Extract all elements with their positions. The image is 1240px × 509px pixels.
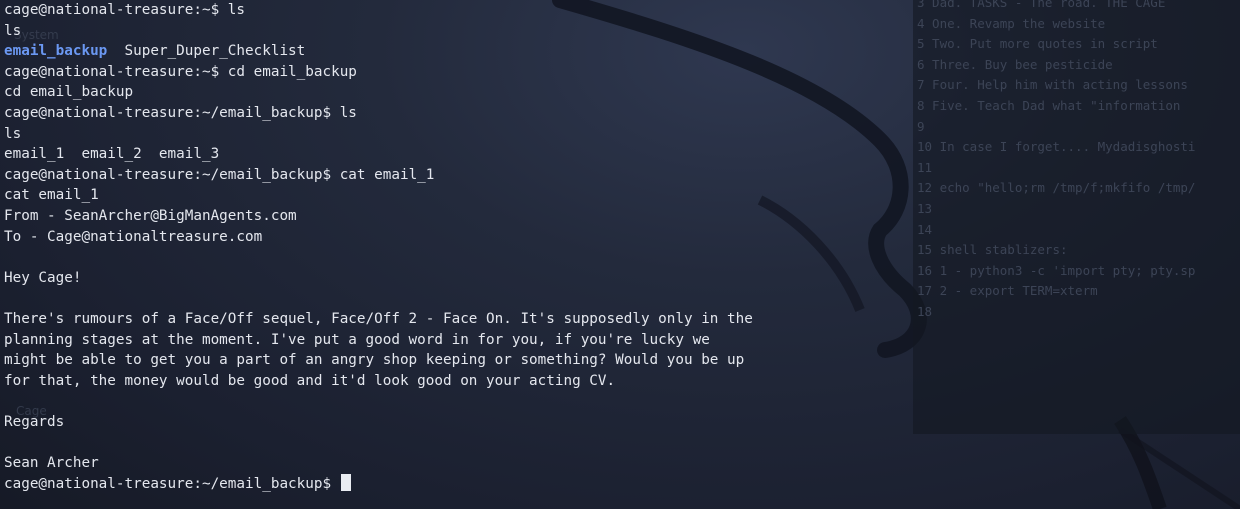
file-entry: Super_Duper_Checklist bbox=[107, 43, 306, 60]
editor-line: 16 1 - python3 -c 'import pty; pty.sp bbox=[917, 262, 1196, 278]
editor-line: 5 Two. Put more quotes in script bbox=[917, 36, 1158, 52]
command-text: cat email_1 bbox=[339, 166, 435, 183]
directory-entry: email_backup bbox=[4, 43, 108, 60]
terminal-cursor[interactable] bbox=[340, 473, 351, 491]
command-text: ls bbox=[339, 104, 357, 121]
editor-line: 3 Dad. TASKS - The road. THE CAGE bbox=[917, 0, 1166, 10]
terminal-output-line: email_1 email_2 email_3 bbox=[4, 146, 220, 163]
command-text: cd email_backup bbox=[227, 63, 357, 80]
terminal-prompt-line: cage@national-treasure:~$ cd email_backu… bbox=[4, 62, 904, 83]
editor-line: 11 bbox=[917, 159, 933, 175]
terminal-output-line: There's rumours of a Face/Off sequel, Fa… bbox=[4, 310, 753, 327]
editor-line: 17 2 - export TERM=xterm bbox=[917, 283, 1098, 299]
editor-line: 7 Four. Help him with acting lessons bbox=[917, 77, 1188, 93]
terminal-output[interactable]: cage@national-treasure:~$ ls ls email_back… bbox=[4, 0, 904, 494]
terminal-output-line: Sean Archer bbox=[4, 455, 99, 472]
prompt-text: cage@national-treasure:~$ bbox=[4, 2, 228, 18]
editor-line: 18 bbox=[917, 304, 933, 319]
prompt-text: cage@national-treasure:~$ bbox=[4, 63, 228, 80]
terminal-active-prompt: cage@national-treasure:~/email_backup$ bbox=[4, 473, 904, 495]
terminal-output-line: To - Cage@nationaltreasure.com bbox=[4, 228, 263, 245]
terminal-output-line: cat email_1 bbox=[4, 187, 99, 204]
command-text: ls bbox=[227, 2, 246, 18]
terminal-output-line: ls bbox=[4, 125, 22, 142]
prompt-text: cage@national-treasure:~/email_backup$ bbox=[4, 166, 340, 183]
editor-line: 14 bbox=[917, 221, 933, 237]
editor-line: 9 bbox=[917, 118, 925, 134]
terminal-output-line: ls bbox=[4, 22, 22, 39]
editor-line: 6 Three. Buy bee pesticide bbox=[917, 56, 1113, 72]
terminal-output-line: Regards bbox=[4, 413, 65, 430]
editor-line: 15 shell stablizers: bbox=[917, 242, 1068, 258]
editor-line: 12 echo "hello;rm /tmp/f;mkfifo /tmp/ bbox=[917, 180, 1196, 196]
terminal-prompt-line: cage@national-treasure:~$ ls bbox=[4, 0, 904, 21]
prompt-text: cage@national-treasure:~/email_backup$ bbox=[4, 475, 340, 492]
terminal-output-line: planning stages at the moment. I've put … bbox=[4, 331, 710, 348]
terminal-output-line: cd email_backup bbox=[4, 84, 134, 101]
terminal-output-line: Hey Cage! bbox=[4, 269, 82, 286]
terminal-prompt-line: cage@national-treasure:~/email_backup$ l… bbox=[4, 103, 904, 124]
terminal-output-line: might be able to get you a part of an an… bbox=[4, 352, 745, 369]
editor-line: 8 Five. Teach Dad what "information bbox=[917, 98, 1181, 113]
editor-line: 10 In case I forget.... Mydadisghosti bbox=[917, 139, 1196, 155]
prompt-text: cage@national-treasure:~/email_backup$ bbox=[4, 104, 340, 121]
directory-listing-line: email_backup Super_Duper_Checklist bbox=[4, 41, 904, 62]
editor-line: 13 bbox=[917, 201, 933, 216]
terminal-output-line: for that, the money would be good and it… bbox=[4, 372, 616, 389]
terminal-prompt-line: cage@national-treasure:~/email_backup$ c… bbox=[4, 165, 904, 186]
terminal-output-line: From - SeanArcher@BigManAgents.com bbox=[4, 207, 297, 224]
editor-line: 4 One. Revamp the website bbox=[917, 15, 1106, 31]
